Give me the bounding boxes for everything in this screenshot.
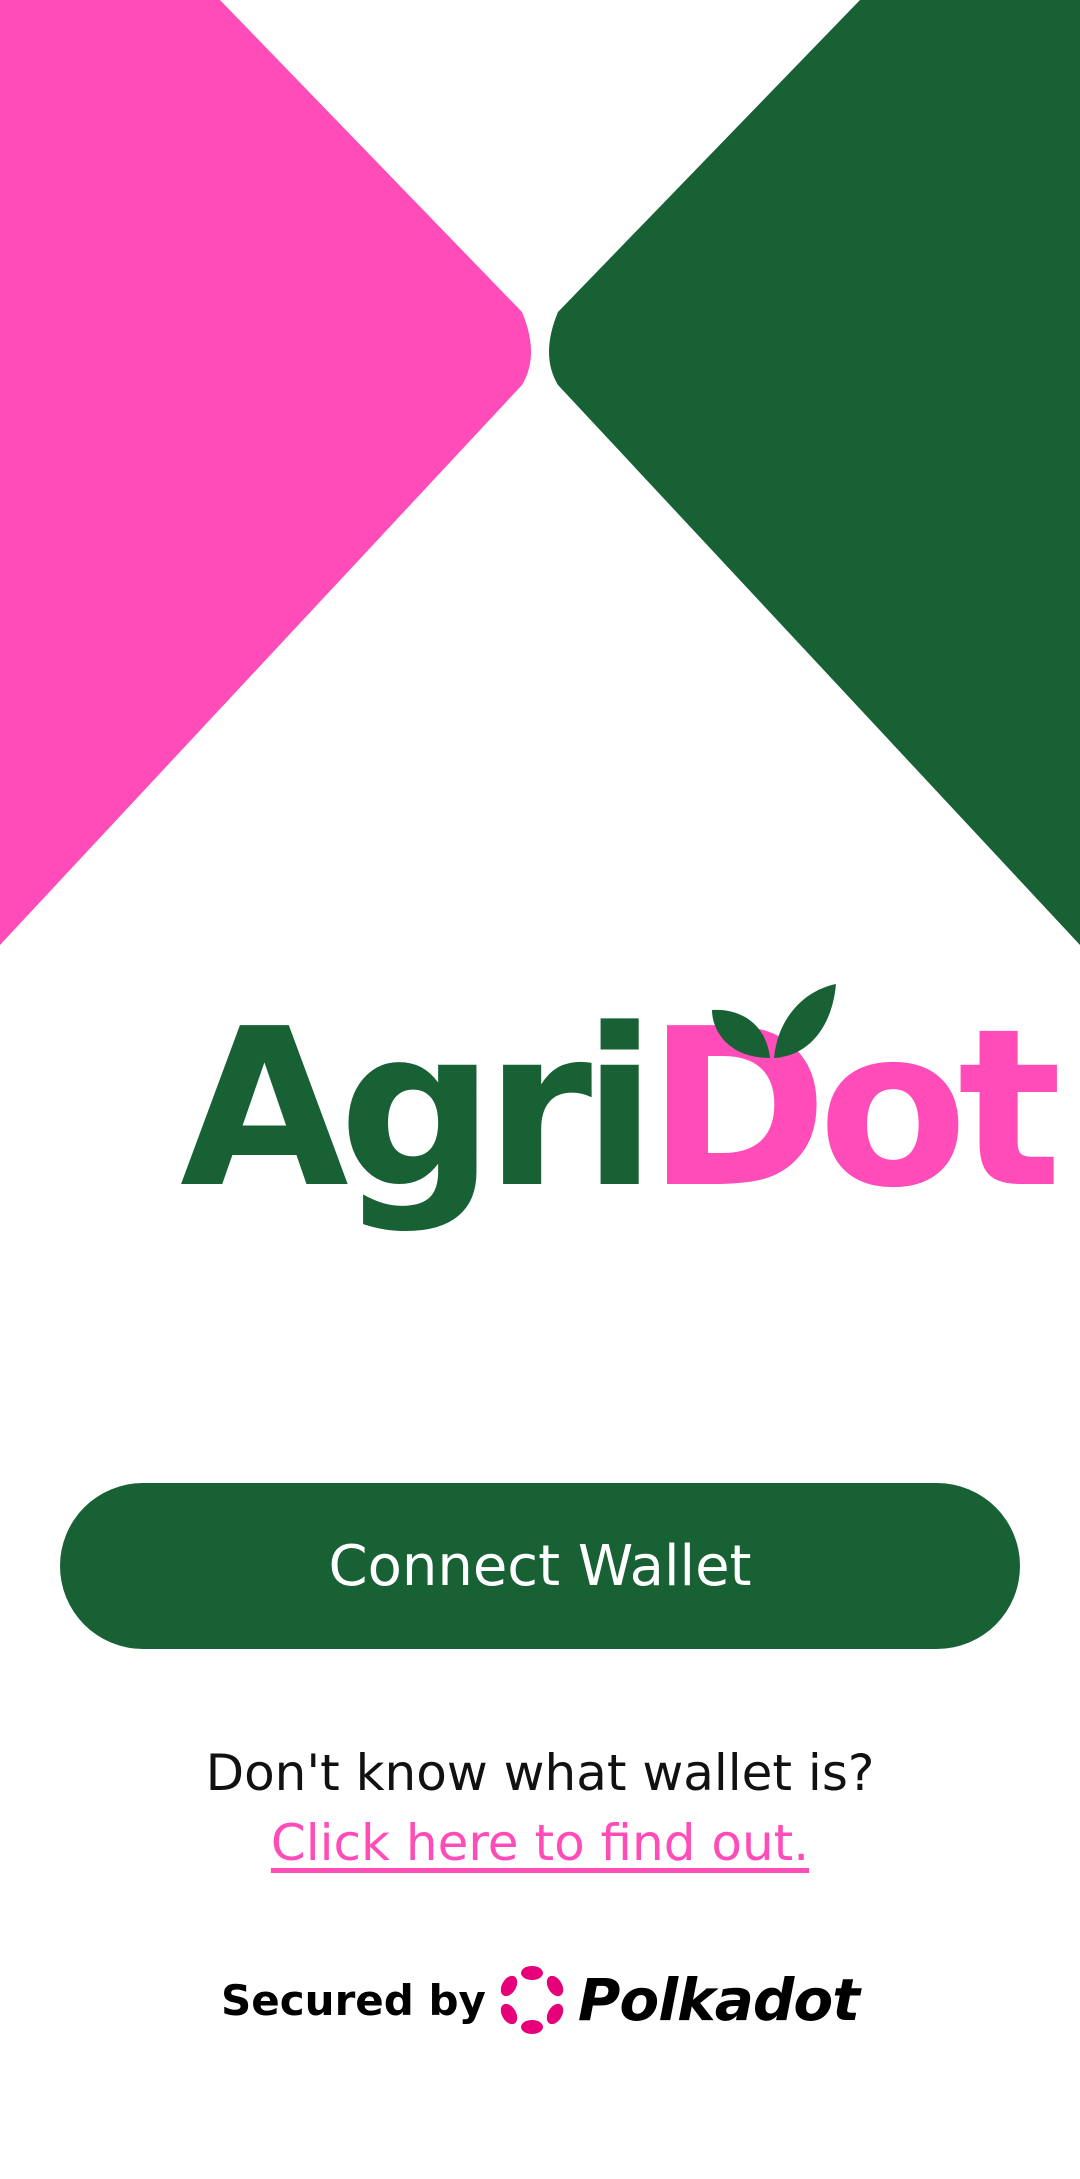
secured-by-label: Secured by bbox=[221, 1975, 486, 2025]
green-diamond-shape bbox=[549, 0, 1080, 945]
secured-by-footer: Secured by Polkadot bbox=[0, 1955, 1080, 2045]
logo-wordmark: AgriDot bbox=[180, 980, 1062, 1240]
find-out-link[interactable]: Click here to find out. bbox=[271, 1808, 809, 1878]
wallet-help: Don't know what wallet is? Click here to… bbox=[0, 1738, 1080, 1878]
logo-text-agri: Agri bbox=[180, 983, 657, 1236]
connect-wallet-button[interactable]: Connect Wallet bbox=[60, 1483, 1020, 1649]
wallet-help-question: Don't know what wallet is? bbox=[205, 1744, 875, 1802]
agridot-logo: AgriDot bbox=[160, 980, 1062, 1240]
hero-illustration bbox=[0, 0, 1080, 945]
polkadot-logo-icon bbox=[500, 1966, 564, 2034]
polkadot-wordmark: Polkadot bbox=[577, 1966, 860, 2034]
pink-diamond-shape bbox=[0, 0, 531, 945]
leaf-icon bbox=[712, 984, 836, 1058]
welcome-screen: AgriDot Connect Wallet Don't know what w… bbox=[0, 0, 1080, 2179]
